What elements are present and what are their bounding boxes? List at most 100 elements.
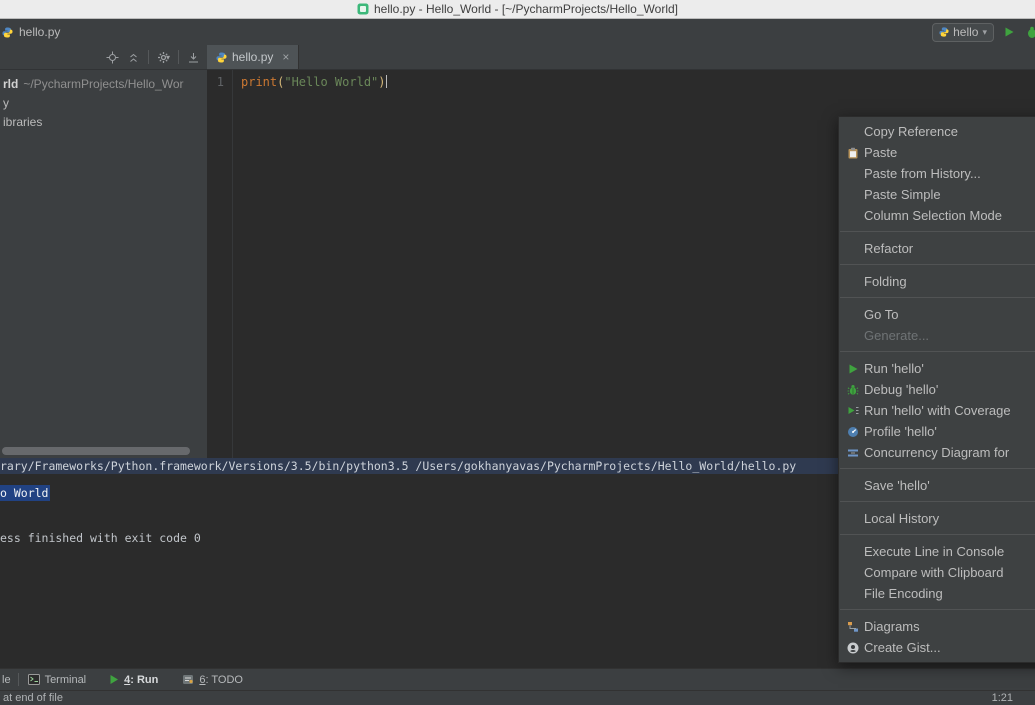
coverage-icon	[845, 404, 860, 417]
toolwindow-todo[interactable]: 6: TODO	[182, 674, 243, 686]
editor-tabbar-row: ▾ hello.py ×	[0, 45, 1035, 70]
debug-bug-icon	[845, 383, 860, 396]
run-configuration-select[interactable]: hello ▾	[932, 23, 994, 42]
menu-item-run-hello[interactable]: Run 'hello'	[839, 358, 1035, 379]
menu-item-file-encoding[interactable]: File Encoding	[839, 583, 1035, 604]
no-icon	[845, 545, 860, 558]
project-tree-item-file[interactable]: y	[0, 94, 207, 113]
python-file-icon	[2, 27, 13, 38]
console-output-line: o World	[0, 485, 50, 501]
menu-item-diagrams[interactable]: Diagrams	[839, 616, 1035, 637]
menu-item-profile-hello[interactable]: Profile 'hello'	[839, 421, 1035, 442]
diagrams-icon	[845, 620, 860, 633]
menu-item-folding[interactable]: Folding	[839, 271, 1035, 292]
editor-tabbar: hello.py ×	[207, 45, 1035, 69]
chevron-down-icon: ▾	[166, 53, 170, 62]
horizontal-scrollbar[interactable]	[2, 447, 190, 455]
menu-label: Run 'hello' with Coverage	[864, 403, 1011, 418]
toolwindow-terminal[interactable]: Terminal	[28, 674, 87, 686]
status-bar: at end of file 1:21	[0, 690, 1035, 705]
run-button[interactable]	[1003, 26, 1015, 38]
menu-item-refactor[interactable]: Refactor	[839, 238, 1035, 259]
menu-item-generate: Generate...	[839, 325, 1035, 346]
no-icon	[845, 566, 860, 579]
menu-item-go-to[interactable]: Go To	[839, 304, 1035, 325]
no-icon	[845, 329, 860, 342]
navigation-bar-file[interactable]: hello.py	[19, 25, 60, 39]
menu-label: Column Selection Mode	[864, 208, 1002, 223]
no-icon	[845, 209, 860, 222]
caret-position[interactable]: 1:21	[992, 692, 1013, 704]
no-icon	[845, 125, 860, 138]
menu-item-debug-hello[interactable]: Debug 'hello'	[839, 379, 1035, 400]
hide-panel-icon[interactable]	[187, 51, 200, 64]
debug-button-partial-icon[interactable]	[1024, 26, 1035, 39]
menu-item-execute-line-in-console[interactable]: Execute Line in Console	[839, 541, 1035, 562]
terminal-icon	[28, 674, 40, 685]
toolbar-divider	[148, 50, 149, 64]
github-gist-icon	[845, 641, 860, 654]
menu-item-local-history[interactable]: Local History	[839, 508, 1035, 529]
run-icon	[845, 362, 860, 375]
no-icon	[845, 242, 860, 255]
no-icon	[845, 167, 860, 180]
chevron-down-icon: ▾	[982, 27, 987, 38]
toolwindow-run[interactable]: 4: Run	[109, 674, 158, 686]
app-window-icon	[357, 3, 369, 15]
close-icon[interactable]: ×	[282, 50, 289, 64]
menu-label: Concurrency Diagram for	[864, 445, 1009, 460]
no-icon	[845, 512, 860, 525]
menu-label: Refactor	[864, 241, 913, 256]
editor-gutter: 1	[207, 70, 233, 458]
toolwindow-console-partial[interactable]: le	[2, 674, 11, 686]
text-caret	[386, 75, 387, 88]
project-tree-item-libraries[interactable]: ibraries	[0, 113, 207, 132]
menu-label: Run 'hello'	[864, 361, 924, 376]
menu-separator	[840, 534, 1035, 535]
project-root-name: rld	[3, 77, 18, 91]
menu-item-save-hello[interactable]: Save 'hello'	[839, 475, 1035, 496]
menu-item-compare-with-clipboard[interactable]: Compare with Clipboard	[839, 562, 1035, 583]
console-exit-line: ess finished with exit code 0	[0, 530, 201, 546]
scroll-from-source-icon[interactable]	[106, 51, 119, 64]
window-title: hello.py - Hello_World - [~/PycharmProje…	[374, 2, 678, 16]
menu-label: Paste Simple	[864, 187, 941, 202]
run-toolwindow-icon	[109, 674, 119, 685]
collapse-all-icon[interactable]	[127, 51, 140, 64]
menu-item-concurrency-diagram[interactable]: Concurrency Diagram for	[839, 442, 1035, 463]
status-message: at end of file	[3, 692, 63, 704]
toolwindow-label: le	[2, 674, 11, 686]
menu-item-paste[interactable]: Paste	[839, 142, 1035, 163]
menu-label: Debug 'hello'	[864, 382, 938, 397]
menu-label: Execute Line in Console	[864, 544, 1004, 559]
menu-item-copy-reference[interactable]: Copy Reference	[839, 121, 1035, 142]
menu-item-create-gist[interactable]: Create Gist...	[839, 637, 1035, 658]
menu-label: Generate...	[864, 328, 929, 343]
menu-label: Paste from History...	[864, 166, 981, 181]
menu-item-paste-from-history[interactable]: Paste from History...	[839, 163, 1035, 184]
no-icon	[845, 188, 860, 201]
toolwindow-label: Terminal	[45, 674, 87, 686]
python-config-icon	[939, 27, 949, 37]
code-line-1: print("Hello World")	[241, 75, 387, 89]
python-file-icon	[216, 52, 227, 63]
menu-separator	[840, 351, 1035, 352]
project-panel: rld~/PycharmProjects/Hello_Wor y ibrarie…	[0, 70, 207, 458]
tool-window-bar: le Terminal 4: Run 6: TODO	[0, 668, 1035, 690]
menu-item-column-selection-mode[interactable]: Column Selection Mode	[839, 205, 1035, 226]
toolwindow-label: 6: TODO	[199, 674, 243, 686]
menu-label: Create Gist...	[864, 640, 941, 655]
menu-separator	[840, 609, 1035, 610]
console-selected-text: o World	[0, 485, 50, 501]
menu-label: Go To	[864, 307, 898, 322]
no-icon	[845, 308, 860, 321]
gear-icon[interactable]: ▾	[157, 51, 170, 64]
project-root-node[interactable]: rld~/PycharmProjects/Hello_Wor	[0, 75, 207, 94]
code-token-function: print	[241, 75, 277, 89]
toolwindow-label: 4: Run	[124, 674, 158, 686]
paste-icon	[845, 146, 860, 159]
menu-item-paste-simple[interactable]: Paste Simple	[839, 184, 1035, 205]
toolbar-divider	[18, 673, 19, 686]
editor-tab-hello-py[interactable]: hello.py ×	[207, 45, 299, 69]
menu-item-run-with-coverage[interactable]: Run 'hello' with Coverage	[839, 400, 1035, 421]
